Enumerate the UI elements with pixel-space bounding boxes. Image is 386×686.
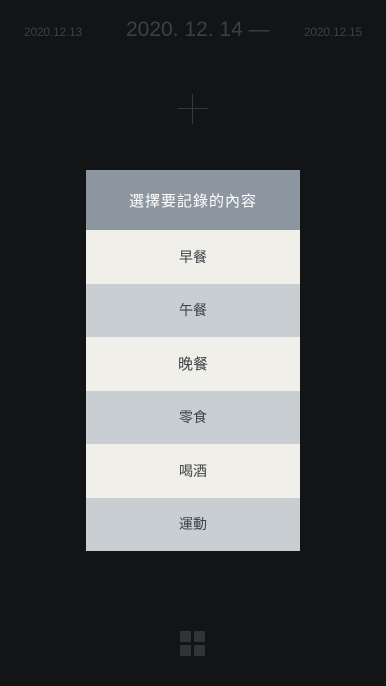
option-breakfast[interactable]: 早餐: [86, 230, 300, 284]
menu-button[interactable]: [180, 631, 206, 657]
next-date-button[interactable]: 2020.12.15: [304, 25, 362, 39]
previous-date-button[interactable]: 2020.12.13: [24, 25, 82, 39]
record-type-dialog: 選擇要記錄的內容 早餐 午餐 晚餐 零食 喝酒 運動: [86, 170, 300, 551]
current-date[interactable]: 2020. 12. 14 —: [126, 18, 270, 42]
option-lunch[interactable]: 午餐: [86, 283, 300, 337]
screen: 2020.12.13 2020. 12. 14 — 2020.12.15 選擇要…: [0, 0, 386, 686]
dialog-title: 選擇要記錄的內容: [86, 170, 300, 230]
option-snack[interactable]: 零食: [86, 390, 300, 444]
option-exercise[interactable]: 運動: [86, 497, 300, 551]
option-drinking[interactable]: 喝酒: [86, 444, 300, 498]
add-entry-button[interactable]: [178, 94, 208, 124]
option-dinner[interactable]: 晚餐: [86, 337, 300, 391]
